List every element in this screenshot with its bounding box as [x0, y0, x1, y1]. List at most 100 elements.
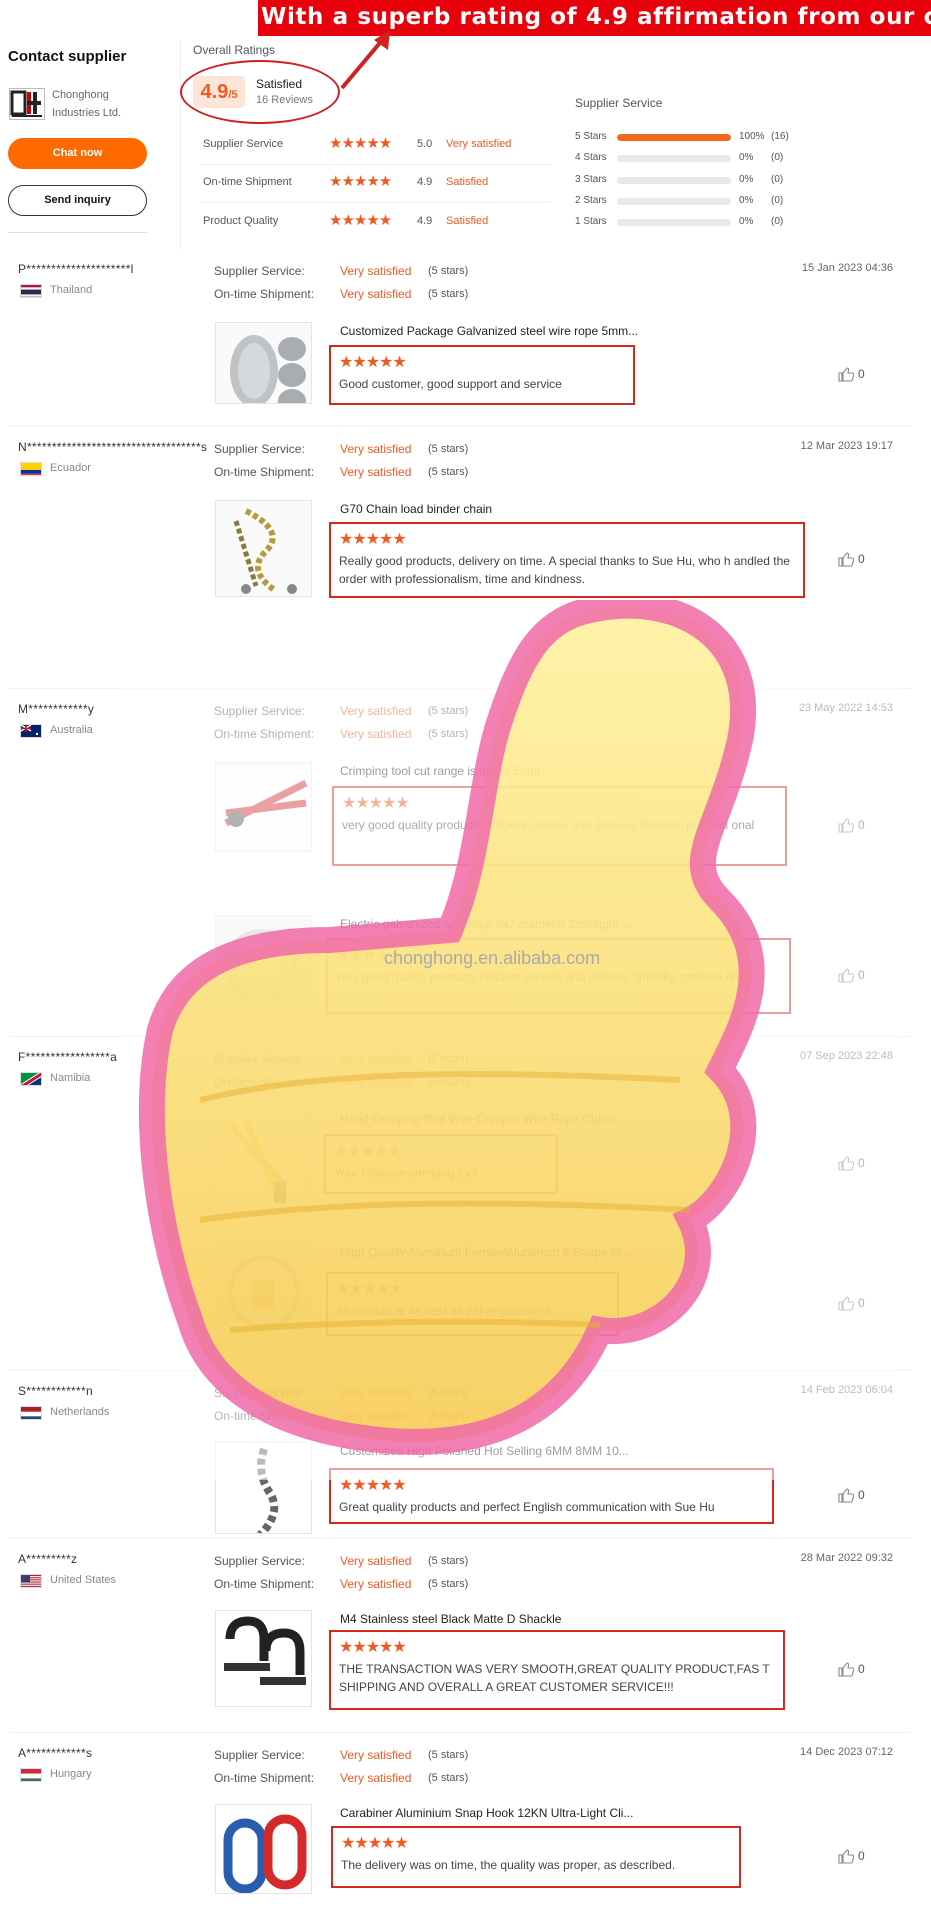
- review-stars-icon: ★★★★★: [341, 1835, 409, 1852]
- product-thumbnail[interactable]: [215, 322, 312, 404]
- rating-row: On-time Shipment ★★★★★ 4.9 Satisfied: [203, 164, 548, 200]
- supplier-service-stars: (5 stars): [428, 443, 469, 455]
- distribution-bar: [617, 134, 731, 141]
- rating-value: 4.9: [417, 176, 433, 188]
- like-button[interactable]: 0: [838, 552, 865, 567]
- distribution-count: (0): [771, 152, 784, 163]
- country-flag-icon: [20, 462, 42, 476]
- arrow-icon: [340, 30, 390, 90]
- reviewer-name: N***********************************s: [18, 440, 208, 454]
- company-name[interactable]: Chonghong Industries Ltd.: [52, 86, 152, 122]
- rating-stars-icon: ★★★★★: [329, 135, 392, 152]
- product-thumbnail[interactable]: [215, 500, 312, 597]
- review-text: THE TRANSACTION WAS VERY SMOOTH,GREAT QU…: [339, 1662, 770, 1694]
- company-logo: [9, 88, 45, 120]
- review-text: The delivery was on time, the quality wa…: [341, 1858, 676, 1872]
- like-button[interactable]: 0: [838, 1488, 865, 1503]
- reviewer-country: Netherlands: [50, 1406, 110, 1418]
- star-level-label: 1 Stars: [575, 216, 607, 227]
- reviewer-name: P*********************l: [18, 262, 134, 276]
- distribution-percent: 0%: [739, 195, 754, 206]
- like-button[interactable]: 0: [838, 1849, 865, 1864]
- country-flag-icon: [20, 724, 42, 738]
- rating-value: 5.0: [417, 138, 433, 150]
- star-distribution-row: 5 Stars 100% (16): [575, 130, 795, 146]
- star-level-label: 3 Stars: [575, 174, 607, 185]
- ontime-shipment-stars: (5 stars): [428, 466, 469, 478]
- rating-row: Product Quality ★★★★★ 4.9 Satisfied: [203, 203, 548, 239]
- star-distribution-row: 1 Stars 0% (0): [575, 215, 795, 231]
- like-button[interactable]: 0: [838, 1662, 865, 1677]
- star-level-label: 5 Stars: [575, 131, 607, 142]
- overlay-veil: [120, 610, 900, 1480]
- distribution-bar: [617, 219, 731, 226]
- distribution-bar: [617, 198, 731, 205]
- distribution-count: (16): [771, 131, 789, 142]
- reviewer-name: F*****************a: [18, 1050, 118, 1064]
- review-date: 28 Mar 2022 09:32: [800, 1552, 893, 1564]
- overall-ratings-label: Overall Ratings: [193, 43, 276, 57]
- reviewer-name: A*********z: [18, 1552, 78, 1566]
- thumbs-up-icon: [838, 1488, 855, 1503]
- review-highlight-box: ★★★★★ The delivery was on time, the quali…: [331, 1826, 741, 1888]
- watermark-text: chonghong.en.alibaba.com: [384, 948, 601, 968]
- send-inquiry-button[interactable]: Send inquiry: [8, 185, 147, 216]
- product-title[interactable]: G70 Chain load binder chain: [340, 502, 492, 516]
- reviewer-country: Ecuador: [50, 462, 91, 474]
- divider: [10, 426, 910, 427]
- like-count: 0: [858, 367, 865, 381]
- ontime-shipment-stars: (5 stars): [428, 1772, 469, 1784]
- like-count: 0: [858, 552, 865, 566]
- country-flag-icon: [20, 1072, 42, 1086]
- review-stars-icon: ★★★★★: [339, 354, 407, 371]
- reviewer-name: A************s: [18, 1746, 93, 1760]
- supplier-service-value: Very satisfied: [340, 1554, 412, 1568]
- rating-label: Product Quality: [203, 215, 279, 227]
- rating-word: Satisfied: [446, 176, 489, 188]
- product-thumbnail[interactable]: [215, 1804, 312, 1894]
- rating-stars-icon: ★★★★★: [329, 212, 392, 229]
- review-date: 15 Jan 2023 04:36: [801, 262, 893, 274]
- country-flag-icon: [20, 284, 42, 298]
- thumbs-up-icon: [838, 552, 855, 567]
- product-title[interactable]: Customized Package Galvanized steel wire…: [340, 324, 638, 338]
- reviewer-country: Thailand: [50, 284, 93, 296]
- rating-value: 4.9: [417, 215, 433, 227]
- supplier-service-label: Supplier Service:: [214, 1748, 305, 1762]
- country-flag-icon: [20, 1406, 42, 1420]
- rating-stars-icon: ★★★★★: [329, 173, 392, 190]
- review-stars-icon: ★★★★★: [339, 531, 407, 548]
- overall-score: 4.9/5: [193, 76, 245, 108]
- like-button[interactable]: 0: [838, 367, 865, 382]
- reviewer-country: United States: [50, 1574, 117, 1586]
- ontime-shipment-value: Very satisfied: [340, 1771, 412, 1785]
- review-highlight-box: ★★★★★ Really good products, delivery on t…: [329, 522, 805, 598]
- review-date: 14 Dec 2023 07:12: [800, 1746, 893, 1758]
- product-title[interactable]: Carabiner Aluminium Snap Hook 12KN Ultra…: [340, 1806, 633, 1820]
- reviewer-country: Namibia: [50, 1072, 91, 1084]
- country-flag-icon: [20, 1768, 42, 1782]
- review-highlight-box: ★★★★★ THE TRANSACTION WAS VERY SMOOTH,GRE…: [329, 1630, 785, 1710]
- divider: [8, 232, 147, 233]
- chat-now-button[interactable]: Chat now: [8, 138, 147, 169]
- product-thumbnail[interactable]: [215, 1610, 312, 1707]
- review-highlight-box: ★★★★★ Good customer, good support and ser…: [329, 345, 635, 405]
- ontime-shipment-value: Very satisfied: [340, 465, 412, 479]
- supplier-service-label: Supplier Service:: [214, 442, 305, 456]
- distribution-count: (0): [771, 195, 784, 206]
- ontime-shipment-label: On-time Shipment:: [214, 465, 315, 479]
- rating-word: Very satisfied: [446, 138, 512, 150]
- like-count: 0: [858, 1488, 865, 1502]
- ontime-shipment-stars: (5 stars): [428, 288, 469, 300]
- rating-label: Supplier Service: [203, 138, 284, 150]
- divider: [10, 1538, 910, 1539]
- supplier-service-label: Supplier Service:: [214, 1554, 305, 1568]
- reviewer-country: Australia: [50, 724, 93, 736]
- supplier-service-value: Very satisfied: [340, 1748, 412, 1762]
- reviewer-country: Hungary: [50, 1768, 92, 1780]
- thumbs-up-icon: [838, 1662, 855, 1677]
- star-level-label: 2 Stars: [575, 195, 607, 206]
- distribution-bar: [617, 177, 731, 184]
- product-title[interactable]: M4 Stainless steel Black Matte D Shackle: [340, 1612, 561, 1626]
- distribution-bar: [617, 155, 731, 162]
